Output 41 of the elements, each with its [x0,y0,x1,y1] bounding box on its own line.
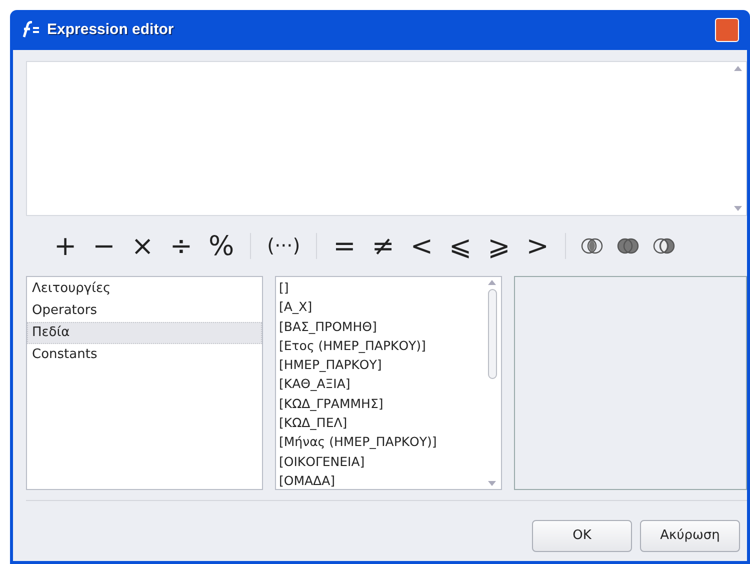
scroll-up-icon[interactable] [488,280,496,285]
category-item[interactable]: Constants [27,344,262,366]
operator-button[interactable]: % [202,232,240,260]
scroll-down-icon[interactable] [488,481,496,486]
field-item[interactable]: [ΟΜΑΔΑ] [276,470,483,489]
venn-diagram-icon [580,236,603,256]
operator-button[interactable]: − [86,232,122,260]
cancel-button[interactable]: Ακύρωση [640,520,740,552]
operator-button[interactable]: ≠ [366,232,400,260]
operator-button[interactable]: = [327,232,362,260]
scrollbar-thumb[interactable] [488,289,496,379]
operator-button[interactable]: ÷ [164,232,198,260]
field-item[interactable]: [Μήνας (ΗΜΕΡ_ΠΑΡΚΟΥ)] [276,432,483,452]
venn-diagram-icon [652,236,675,256]
field-item[interactable]: [ΚΩΔ_ΓΡΑΜΜΗΣ] [276,394,483,414]
close-button[interactable] [715,18,739,42]
venn-diagram-icon [616,236,639,256]
field-item[interactable]: [] [276,278,483,298]
category-item[interactable]: Πεδία [27,322,262,344]
category-item[interactable]: Operators [27,300,262,322]
scroll-up-icon[interactable] [734,66,742,71]
category-item[interactable]: Λειτουργίες [27,278,262,300]
field-item[interactable]: [Ετος (ΗΜΕΡ_ΠΑΡΚΟΥ)] [276,336,483,356]
field-item[interactable]: [ΒΑΣ_ΠΡΟΜΗΘ] [276,316,483,336]
operator-button[interactable]: + [48,232,83,260]
expression-field[interactable] [26,61,747,216]
field-item[interactable]: [ΗΜΕΡ_ΠΑΡΚΟΥ] [276,355,483,374]
operator-button[interactable]: ⩽ [442,232,478,260]
operator-button[interactable]: < [404,232,439,260]
field-item[interactable]: [ΚΩΔ_ΠΕΛ] [276,413,483,432]
operator-button[interactable]: × [125,232,160,260]
operator-button[interactable]: > [520,232,555,260]
window-title: Expression editor [47,20,174,40]
ok-button[interactable]: OK [532,520,632,552]
field-item[interactable]: [ΟΙΚΟΓΕΝΕΙΑ] [276,452,483,471]
scroll-down-icon[interactable] [734,206,742,211]
operator-button[interactable]: (···) [261,236,306,256]
function-icon [21,21,41,39]
field-item[interactable]: [Α_Χ] [276,297,483,317]
operator-button[interactable]: ⩾ [482,232,516,260]
field-item[interactable]: [ΚΑΘ_ΑΞΙΑ] [276,374,483,394]
